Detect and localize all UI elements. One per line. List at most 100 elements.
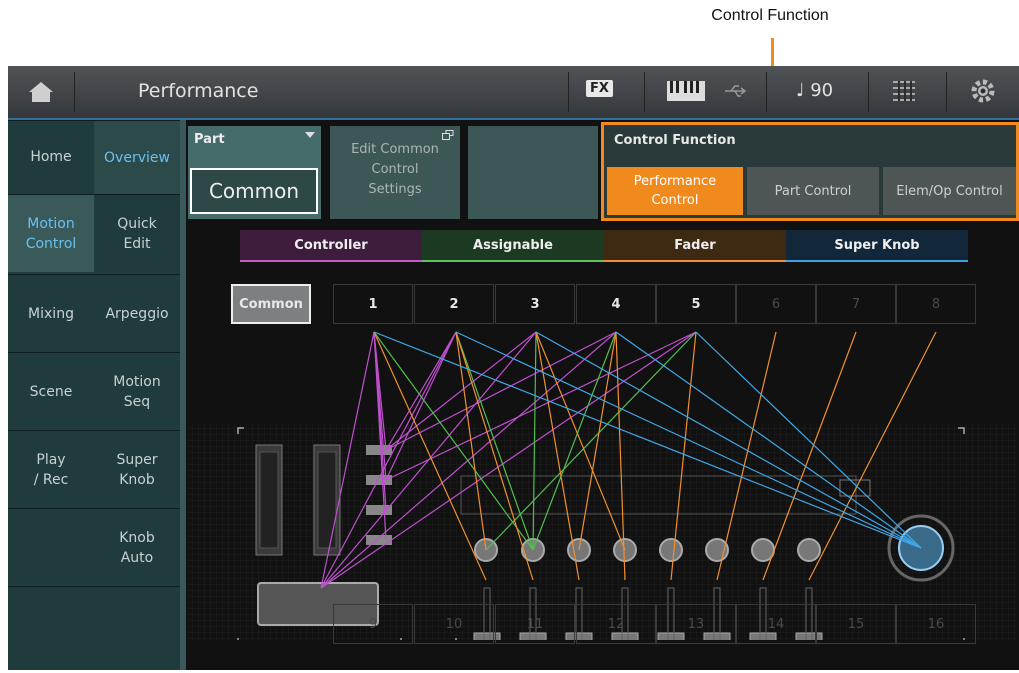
- gear-icon[interactable]: [970, 78, 996, 104]
- control-function-callout-label: Control Function: [711, 7, 829, 24]
- part-button-label: 1: [368, 296, 378, 312]
- part-5-button[interactable]: 5: [656, 284, 736, 324]
- nav-home[interactable]: Home: [8, 120, 94, 192]
- part-button-label: 12: [607, 616, 625, 632]
- usb-icon: [725, 85, 747, 97]
- tab-label: Super Knob: [834, 237, 920, 253]
- part-3-button[interactable]: 3: [495, 284, 575, 324]
- subnav-arpeggio[interactable]: Arpeggio: [94, 274, 180, 352]
- empty-slot: [468, 126, 598, 219]
- tab-super-knob[interactable]: Super Knob: [786, 230, 968, 262]
- part-1-button[interactable]: 1: [333, 284, 413, 324]
- part-control-button[interactable]: Part Control: [747, 167, 879, 215]
- part-12-button[interactable]: 12: [576, 604, 656, 644]
- performance-control-button[interactable]: Performance Control: [607, 167, 743, 215]
- subnav-super-knob[interactable]: Super Knob: [94, 430, 180, 508]
- controller-diagram: [188, 424, 1016, 640]
- part-15-button[interactable]: 15: [816, 604, 896, 644]
- subnav-label: Overview: [104, 149, 170, 166]
- main-nav: Home Motion Control Mixing Scene Play / …: [8, 120, 94, 670]
- part-7-button[interactable]: 7: [816, 284, 896, 324]
- part-button-label: 9: [368, 616, 378, 632]
- edit-common-label: Edit Common Control Settings: [351, 142, 439, 197]
- part-8-button[interactable]: 8: [896, 284, 976, 324]
- part-14-button[interactable]: 14: [736, 604, 816, 644]
- part-2-button[interactable]: 2: [414, 284, 494, 324]
- part-button-label: 10: [445, 616, 463, 632]
- part-selector[interactable]: Part Common: [188, 126, 321, 219]
- nav-empty: [8, 508, 94, 586]
- nav-mixing[interactable]: Mixing: [8, 274, 94, 352]
- tab-assignable[interactable]: Assignable: [422, 230, 604, 262]
- part-button-label: 4: [611, 296, 621, 312]
- button-label: Elem/Op Control: [896, 183, 1003, 199]
- grid-icon[interactable]: [893, 81, 915, 101]
- synth-screen: Performance FX ♩ 90 Home Motion Control …: [8, 66, 1019, 670]
- subnav-label: Arpeggio: [105, 305, 169, 322]
- sub-nav: Overview Quick Edit Arpeggio Motion Seq …: [94, 120, 180, 670]
- part-button-label: 16: [927, 616, 945, 632]
- part-value[interactable]: Common: [190, 168, 318, 214]
- part-button-label: 11: [526, 616, 544, 632]
- nav-label: Home: [30, 148, 72, 165]
- part-9-button[interactable]: 9: [333, 604, 413, 644]
- tempo-display[interactable]: ♩ 90: [796, 80, 833, 101]
- part-button-label: 5: [691, 296, 701, 312]
- tab-fader[interactable]: Fader: [604, 230, 786, 262]
- divider: [74, 72, 75, 112]
- subnav-quick-edit[interactable]: Quick Edit: [94, 194, 180, 272]
- fx-badge[interactable]: FX: [586, 80, 613, 97]
- nav-empty: [8, 586, 94, 670]
- keyboard-icon: [667, 81, 705, 101]
- part-button-label: 6: [771, 296, 781, 312]
- tab-label: Assignable: [473, 237, 553, 253]
- title-bar: Performance FX ♩ 90: [8, 66, 1019, 120]
- divider: [868, 72, 869, 112]
- part-13-button[interactable]: 13: [656, 604, 736, 644]
- part-label: Part: [194, 132, 225, 147]
- part-button-label: 2: [449, 296, 459, 312]
- part-button-label: 8: [931, 296, 941, 312]
- part-button-label: 14: [767, 616, 785, 632]
- part-button-label: Common: [239, 296, 303, 312]
- subnav-overview[interactable]: Overview: [94, 120, 180, 194]
- part-common-button[interactable]: Common: [231, 284, 311, 324]
- external-window-icon: [442, 130, 454, 140]
- tab-controller[interactable]: Controller: [240, 230, 422, 262]
- home-button[interactable]: [8, 66, 74, 118]
- nav-label: Play / Rec: [33, 451, 69, 488]
- elem-op-control-button[interactable]: Elem/Op Control: [883, 167, 1016, 215]
- divider: [766, 72, 767, 112]
- nav-motion-control[interactable]: Motion Control: [8, 194, 94, 272]
- part-4-button[interactable]: 4: [576, 284, 656, 324]
- home-icon: [29, 82, 53, 102]
- divider: [568, 72, 569, 112]
- subnav-empty: [94, 586, 180, 670]
- nav-label: Mixing: [28, 305, 74, 322]
- edit-common-control-settings-button[interactable]: Edit Common Control Settings: [330, 126, 460, 219]
- part-16-button[interactable]: 16: [896, 604, 976, 644]
- control-function-title: Control Function: [614, 133, 736, 148]
- button-label: Performance Control: [633, 174, 717, 208]
- button-label: Part Control: [774, 183, 852, 199]
- subnav-motion-seq[interactable]: Motion Seq: [94, 352, 180, 430]
- subnav-label: Quick Edit: [117, 215, 157, 252]
- part-11-button[interactable]: 11: [495, 604, 575, 644]
- part-10-button[interactable]: 10: [414, 604, 494, 644]
- super-knob: [887, 514, 955, 582]
- nav-label: Scene: [29, 383, 73, 400]
- part-6-button[interactable]: 6: [736, 284, 816, 324]
- nav-play-rec[interactable]: Play / Rec: [8, 430, 94, 508]
- divider: [644, 72, 645, 112]
- part-button-label: 3: [530, 296, 540, 312]
- divider: [946, 72, 947, 112]
- tab-label: Fader: [674, 237, 716, 253]
- nav-scene[interactable]: Scene: [8, 352, 94, 430]
- part-button-label: 13: [687, 616, 705, 632]
- control-function-panel: Control Function Performance Control Par…: [601, 122, 1019, 221]
- subnav-label: Motion Seq: [113, 373, 161, 410]
- main-panel: Part Common Edit Common Control Settings…: [186, 120, 1019, 670]
- subnav-label: Knob Auto: [119, 529, 155, 566]
- nav-label: Motion Control: [25, 215, 77, 252]
- subnav-knob-auto[interactable]: Knob Auto: [94, 508, 180, 586]
